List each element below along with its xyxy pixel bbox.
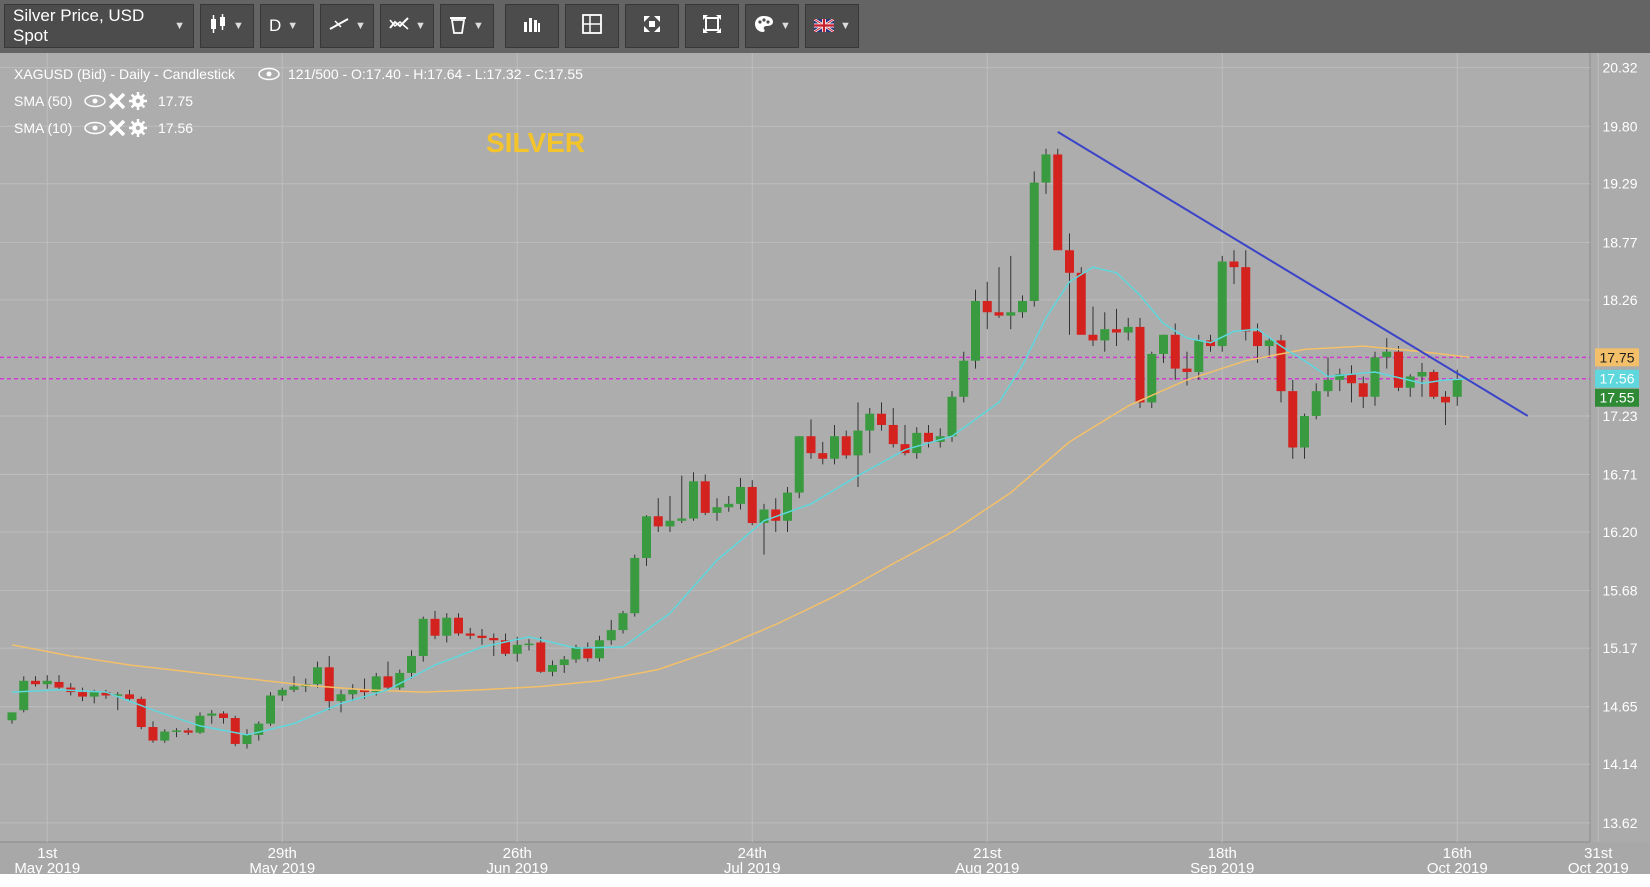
y-tick-label: 19.80 — [1602, 118, 1637, 134]
x-tick-month: Oct 2019 — [1427, 860, 1488, 874]
candlestick-icon — [209, 13, 227, 39]
y-tick-label: 14.65 — [1602, 699, 1637, 715]
chevron-down-icon: ▼ — [473, 20, 484, 32]
candle-up — [630, 554, 640, 617]
price-label-sma10-text: 17.56 — [1599, 371, 1634, 387]
candle-up — [1029, 171, 1039, 307]
price-axis[interactable] — [1590, 53, 1650, 842]
y-tick-label: 15.68 — [1602, 583, 1637, 599]
candle-down — [1135, 317, 1145, 409]
chevron-down-icon: ▼ — [840, 20, 851, 32]
legend-main: XAGUSD (Bid) - Daily - Candlestick — [14, 66, 236, 82]
price-label-sma50-text: 17.75 — [1599, 349, 1634, 365]
y-tick-label: 20.32 — [1602, 60, 1637, 76]
palette-icon — [754, 15, 774, 38]
candle-down — [230, 715, 240, 747]
candle-up — [266, 692, 275, 726]
chevron-down-icon: ▼ — [415, 20, 426, 32]
fit-icon — [703, 14, 721, 38]
fullscreen-icon — [643, 15, 661, 38]
y-tick-label: 17.23 — [1602, 408, 1637, 424]
candle-up — [1147, 351, 1157, 409]
candle-down — [136, 696, 146, 730]
volume-bars-button[interactable] — [505, 4, 559, 48]
timeframe-label: D — [269, 16, 282, 35]
chevron-down-icon: ▼ — [174, 20, 185, 32]
x-tick-month: Jul 2019 — [724, 860, 781, 874]
x-tick-month: Sep 2019 — [1190, 860, 1254, 874]
candle-up — [618, 610, 628, 634]
trendline-icon — [329, 16, 349, 37]
y-tick-label: 15.17 — [1602, 640, 1637, 656]
chevron-down-icon: ▼ — [780, 20, 791, 32]
price-chart[interactable]: 20.32 19.80 19.29 18.77 18.26 17.23 16.71 16.20… — [0, 53, 1650, 874]
x-tick-month: Oct 2019 — [1568, 860, 1629, 874]
y-tick-label: 16.71 — [1602, 467, 1637, 483]
watermark-label: SILVER — [486, 127, 585, 158]
price-label-sma10: 17.56 — [1595, 369, 1639, 388]
chevron-down-icon: ▼ — [287, 20, 299, 32]
y-tick-label: 19.29 — [1602, 176, 1637, 192]
trash-icon — [449, 14, 467, 39]
legend-sma50-label: SMA (50) — [14, 93, 72, 109]
fullscreen-button[interactable] — [625, 4, 679, 48]
instrument-label: Silver Price, USD Spot — [13, 6, 145, 45]
y-tick-label: 13.62 — [1602, 815, 1637, 831]
fit-chart-button[interactable] — [685, 4, 739, 48]
candle-down — [1053, 148, 1063, 251]
candle-up — [794, 436, 804, 499]
indicators-button[interactable]: ▼ — [380, 4, 434, 48]
language-button[interactable]: ▼ — [805, 4, 859, 48]
price-label-close-text: 17.55 — [1599, 390, 1634, 406]
gear-icon[interactable] — [129, 119, 147, 137]
drawing-tools-button[interactable]: ▼ — [320, 4, 374, 48]
y-tick-label: 18.77 — [1602, 234, 1637, 250]
chevron-down-icon: ▼ — [355, 20, 366, 32]
x-tick-month: Aug 2019 — [955, 860, 1019, 874]
y-tick-label: 16.20 — [1602, 524, 1637, 540]
price-label-close: 17.55 — [1595, 388, 1639, 407]
y-tick-label: 14.14 — [1602, 756, 1637, 772]
x-tick-month: May 2019 — [249, 860, 315, 874]
legend-main-values: 121/500 - O:17.40 - H:17.64 - L:17.32 - … — [288, 66, 583, 82]
uk-flag-icon — [813, 16, 835, 37]
x-tick-month: Jun 2019 — [486, 860, 548, 874]
candle-up — [418, 616, 428, 662]
x-tick-month: May 2019 — [14, 860, 80, 874]
theme-button[interactable]: ▼ — [745, 4, 799, 48]
legend-main-label: XAGUSD (Bid) - Daily - Candlestick — [14, 66, 236, 82]
candle-down — [1429, 369, 1439, 400]
y-tick-label: 18.26 — [1602, 292, 1637, 308]
bar-chart-icon — [523, 16, 541, 37]
delete-drawings-button[interactable]: ▼ — [440, 4, 494, 48]
price-label-sma50: 17.75 — [1595, 348, 1639, 367]
candle-down — [1394, 346, 1403, 392]
indicator-icon — [389, 16, 409, 37]
candle-down — [1288, 379, 1298, 459]
legend-sma50-value: 17.75 — [158, 93, 193, 109]
toolbar: Silver Price, USD Spot ▼ ▼ D ▼ ▼ ▼ ▼ ▼ ▼ — [0, 0, 1650, 53]
bottom-strip — [0, 874, 1650, 887]
chevron-down-icon: ▼ — [233, 20, 244, 32]
gear-icon[interactable] — [129, 92, 147, 110]
time-axis[interactable] — [0, 842, 1650, 874]
chart-type-button[interactable]: ▼ — [200, 4, 254, 48]
timeframe-selector[interactable]: D ▼ — [260, 4, 314, 48]
candle-up — [971, 289, 980, 369]
layout-button[interactable] — [565, 4, 619, 48]
instrument-selector[interactable]: Silver Price, USD Spot ▼ — [4, 4, 194, 48]
legend-sma10-value: 17.56 — [158, 120, 193, 136]
layout-icon — [582, 13, 602, 39]
candle-up — [19, 676, 29, 713]
legend-sma10-label: SMA (10) — [14, 120, 72, 136]
